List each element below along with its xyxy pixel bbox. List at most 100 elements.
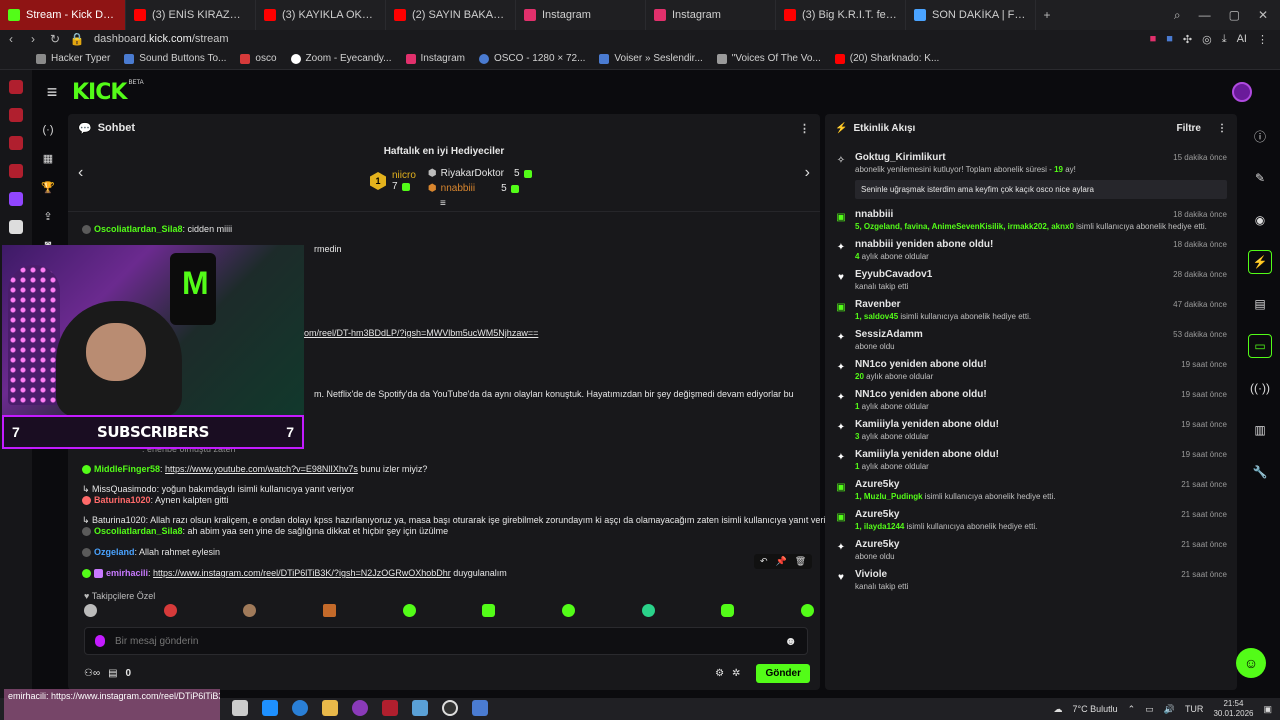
tab-youtube-1[interactable]: (3) ENİS KIRAZOĞLU OYU — [126, 0, 256, 30]
network-icon[interactable]: ▭ — [1145, 704, 1154, 715]
bookmark[interactable]: OSCO - 1280 × 72... — [478, 53, 585, 64]
send-button[interactable]: Gönder — [756, 663, 810, 683]
app-icon[interactable] — [262, 700, 278, 716]
username[interactable]: emirhacili — [106, 568, 148, 578]
puzzle-icon[interactable]: ✣ — [1183, 33, 1192, 46]
tab-youtube-3[interactable]: (2) SAYIN BAKANIM BU — [386, 0, 516, 30]
emote-icon[interactable] — [721, 604, 735, 617]
bookmark[interactable]: (20) Sharknado: K... — [834, 53, 939, 64]
bookmark[interactable]: Sound Buttons To... — [124, 53, 226, 64]
steam-icon[interactable] — [412, 700, 428, 716]
more-options-icon[interactable]: ⋮ — [1217, 123, 1227, 134]
emote-icon[interactable] — [402, 604, 416, 617]
activity-item[interactable]: ✦ Kamiiiyla yeniden abone oldu! 3 aylık ab… — [835, 417, 1227, 443]
username[interactable]: Oscoliatlardan_Sila8 — [94, 526, 183, 536]
maximize-button[interactable]: ▢ — [1229, 8, 1240, 23]
folder-icon[interactable] — [322, 700, 338, 716]
activity-item[interactable]: ✦ Azure5ky abone oldu 21 saat önce — [835, 537, 1227, 563]
username[interactable]: MiddleFinger58 — [94, 464, 160, 474]
sidebar-app-icon[interactable] — [9, 164, 23, 178]
broadcast-icon[interactable]: (·) — [43, 124, 54, 136]
activity-item[interactable]: ✦ SessizAdamm abone oldu 53 dakika önce — [835, 327, 1227, 353]
camera-icon[interactable]: ◉ — [1248, 208, 1272, 232]
obs-icon[interactable] — [442, 700, 458, 716]
reply-icon[interactable]: ↶ — [760, 556, 768, 567]
bookmark[interactable]: Voiser » Seslendir... — [599, 53, 703, 64]
hamburger-menu-icon[interactable]: ≡ — [32, 82, 72, 103]
username[interactable]: Baturina1020 — [94, 495, 151, 505]
tab-youtube-4[interactable]: (3) Big K.R.I.T. feat. A$AP — [776, 0, 906, 30]
activity-item[interactable]: ▣ Ravenber 1, saldov45 isimli kullanıcıya … — [835, 297, 1227, 323]
minimize-button[interactable]: — — [1199, 8, 1211, 23]
loop-icon[interactable]: ⚇∞ — [84, 668, 100, 679]
language-indicator[interactable]: TUR — [1185, 704, 1204, 714]
activity-item[interactable]: ▣ nnabbiii 5, Ozgeland, favina, AnimeSeven… — [835, 207, 1227, 233]
notification-icon[interactable]: ▣ — [1263, 704, 1272, 715]
emote-icon[interactable] — [641, 604, 655, 617]
wrench-icon[interactable]: 🔧 — [1248, 460, 1272, 484]
emote-icon[interactable] — [163, 604, 177, 617]
message-link[interactable]: https://www.youtube.com/watch?v=E98NlIXh… — [165, 464, 358, 474]
bookmark[interactable]: osco — [240, 53, 277, 64]
twitch-icon[interactable] — [9, 192, 23, 206]
filter-button[interactable]: Filtre — [1177, 123, 1201, 134]
bookmark[interactable]: Zoom - Eyecandy... — [290, 53, 392, 64]
x-icon[interactable] — [9, 220, 23, 234]
weather-text[interactable]: 7°C Bulutlu — [1073, 704, 1118, 714]
settings-gear-icon[interactable]: ⚙ — [715, 668, 724, 679]
new-tab-button[interactable]: + — [1036, 8, 1058, 22]
tab-kick-dashboard[interactable]: Stream - Kick Dashboard — [0, 0, 126, 30]
emoji-icon[interactable]: ☻ — [784, 634, 797, 648]
chat-icon[interactable]: ▭ — [1248, 334, 1272, 358]
profile-icon[interactable]: ◎ — [1202, 33, 1212, 46]
sidebar-app-icon[interactable] — [9, 108, 23, 122]
emote-icon[interactable] — [482, 604, 496, 617]
tab-instagram-1[interactable]: Instagram — [516, 0, 646, 30]
app-icon[interactable] — [352, 700, 368, 716]
volume-icon[interactable]: 🔊 — [1164, 704, 1175, 715]
close-window-button[interactable]: ✕ — [1258, 8, 1268, 23]
quick-emote-icon[interactable]: ✲ — [732, 668, 740, 679]
clock[interactable]: 21:54 30.01.2026 — [1213, 699, 1253, 719]
help-chat-button[interactable]: ☺ — [1236, 648, 1266, 678]
lightning-icon[interactable]: ⚡ — [1248, 250, 1272, 274]
document-icon[interactable]: ▤ — [1248, 292, 1272, 316]
tab-instagram-2[interactable]: Instagram — [646, 0, 776, 30]
url-field[interactable]: dashboard.kick.com/stream — [94, 33, 229, 45]
extension-icon[interactable]: ■ — [1166, 33, 1173, 46]
tab-news[interactable]: SON DAKİKA | Fatih Ürek — [906, 0, 1036, 30]
ai-button[interactable]: AI — [1237, 33, 1247, 46]
message-link[interactable]: om/reel/DT-hm3BDdLP/?igsh=MWVlbm5ucWM5Nj… — [304, 328, 538, 338]
edit-icon[interactable]: ✎ — [1248, 166, 1272, 190]
activity-item[interactable]: ✦ NN1co yeniden abone oldu! 20 aylık abone… — [835, 357, 1227, 383]
emote-icon[interactable] — [561, 604, 575, 617]
tab-youtube-2[interactable]: (3) KAYIKLA OKYANUSU — [256, 0, 386, 30]
search-tabs-icon[interactable]: ⌕ — [1174, 8, 1181, 23]
emote-icon[interactable] — [800, 604, 814, 617]
avatar[interactable] — [1232, 82, 1252, 102]
more-options-icon[interactable]: ⋮ — [799, 122, 810, 135]
opera-icon[interactable] — [382, 700, 398, 716]
username[interactable]: Oscoliatlardan_Sila8 — [94, 224, 183, 234]
trash-icon[interactable]: 🗑 — [795, 556, 806, 567]
activity-item[interactable]: ✦ NN1co yeniden abone oldu! 1 aylık abone … — [835, 387, 1227, 413]
activity-item[interactable]: ▣ Azure5ky 1, Muzlu_Pudingk isimli kullanı… — [835, 477, 1227, 503]
layout-icon[interactable]: ▥ — [1248, 418, 1272, 442]
forward-button[interactable]: › — [22, 32, 44, 46]
menu-icon[interactable]: ⋮ — [1257, 33, 1268, 46]
trophy-icon[interactable]: 🏆 — [41, 181, 55, 194]
activity-item[interactable]: ♥ EyyubCavadov1 kanalı takip etti 28 dakika… — [835, 267, 1227, 293]
emote-icon[interactable] — [84, 604, 97, 617]
stats-icon[interactable]: ▦ — [43, 152, 53, 165]
reload-button[interactable]: ↻ — [44, 32, 66, 46]
download-icon[interactable]: ⤓ — [1222, 33, 1227, 46]
kick-logo[interactable]: KICK BETA — [72, 80, 144, 105]
sidebar-app-icon[interactable] — [9, 80, 23, 94]
expand-icon[interactable]: ≡ — [440, 198, 446, 209]
bookmark[interactable]: "Voices Of The Vo... — [716, 53, 821, 64]
upload-icon[interactable]: ⇪ — [43, 210, 52, 223]
broadcast-icon[interactable]: ((·)) — [1248, 376, 1272, 400]
chevron-left-icon[interactable]: ‹ — [78, 164, 83, 182]
chevron-right-icon[interactable]: › — [805, 164, 810, 182]
back-button[interactable]: ‹ — [0, 32, 22, 46]
